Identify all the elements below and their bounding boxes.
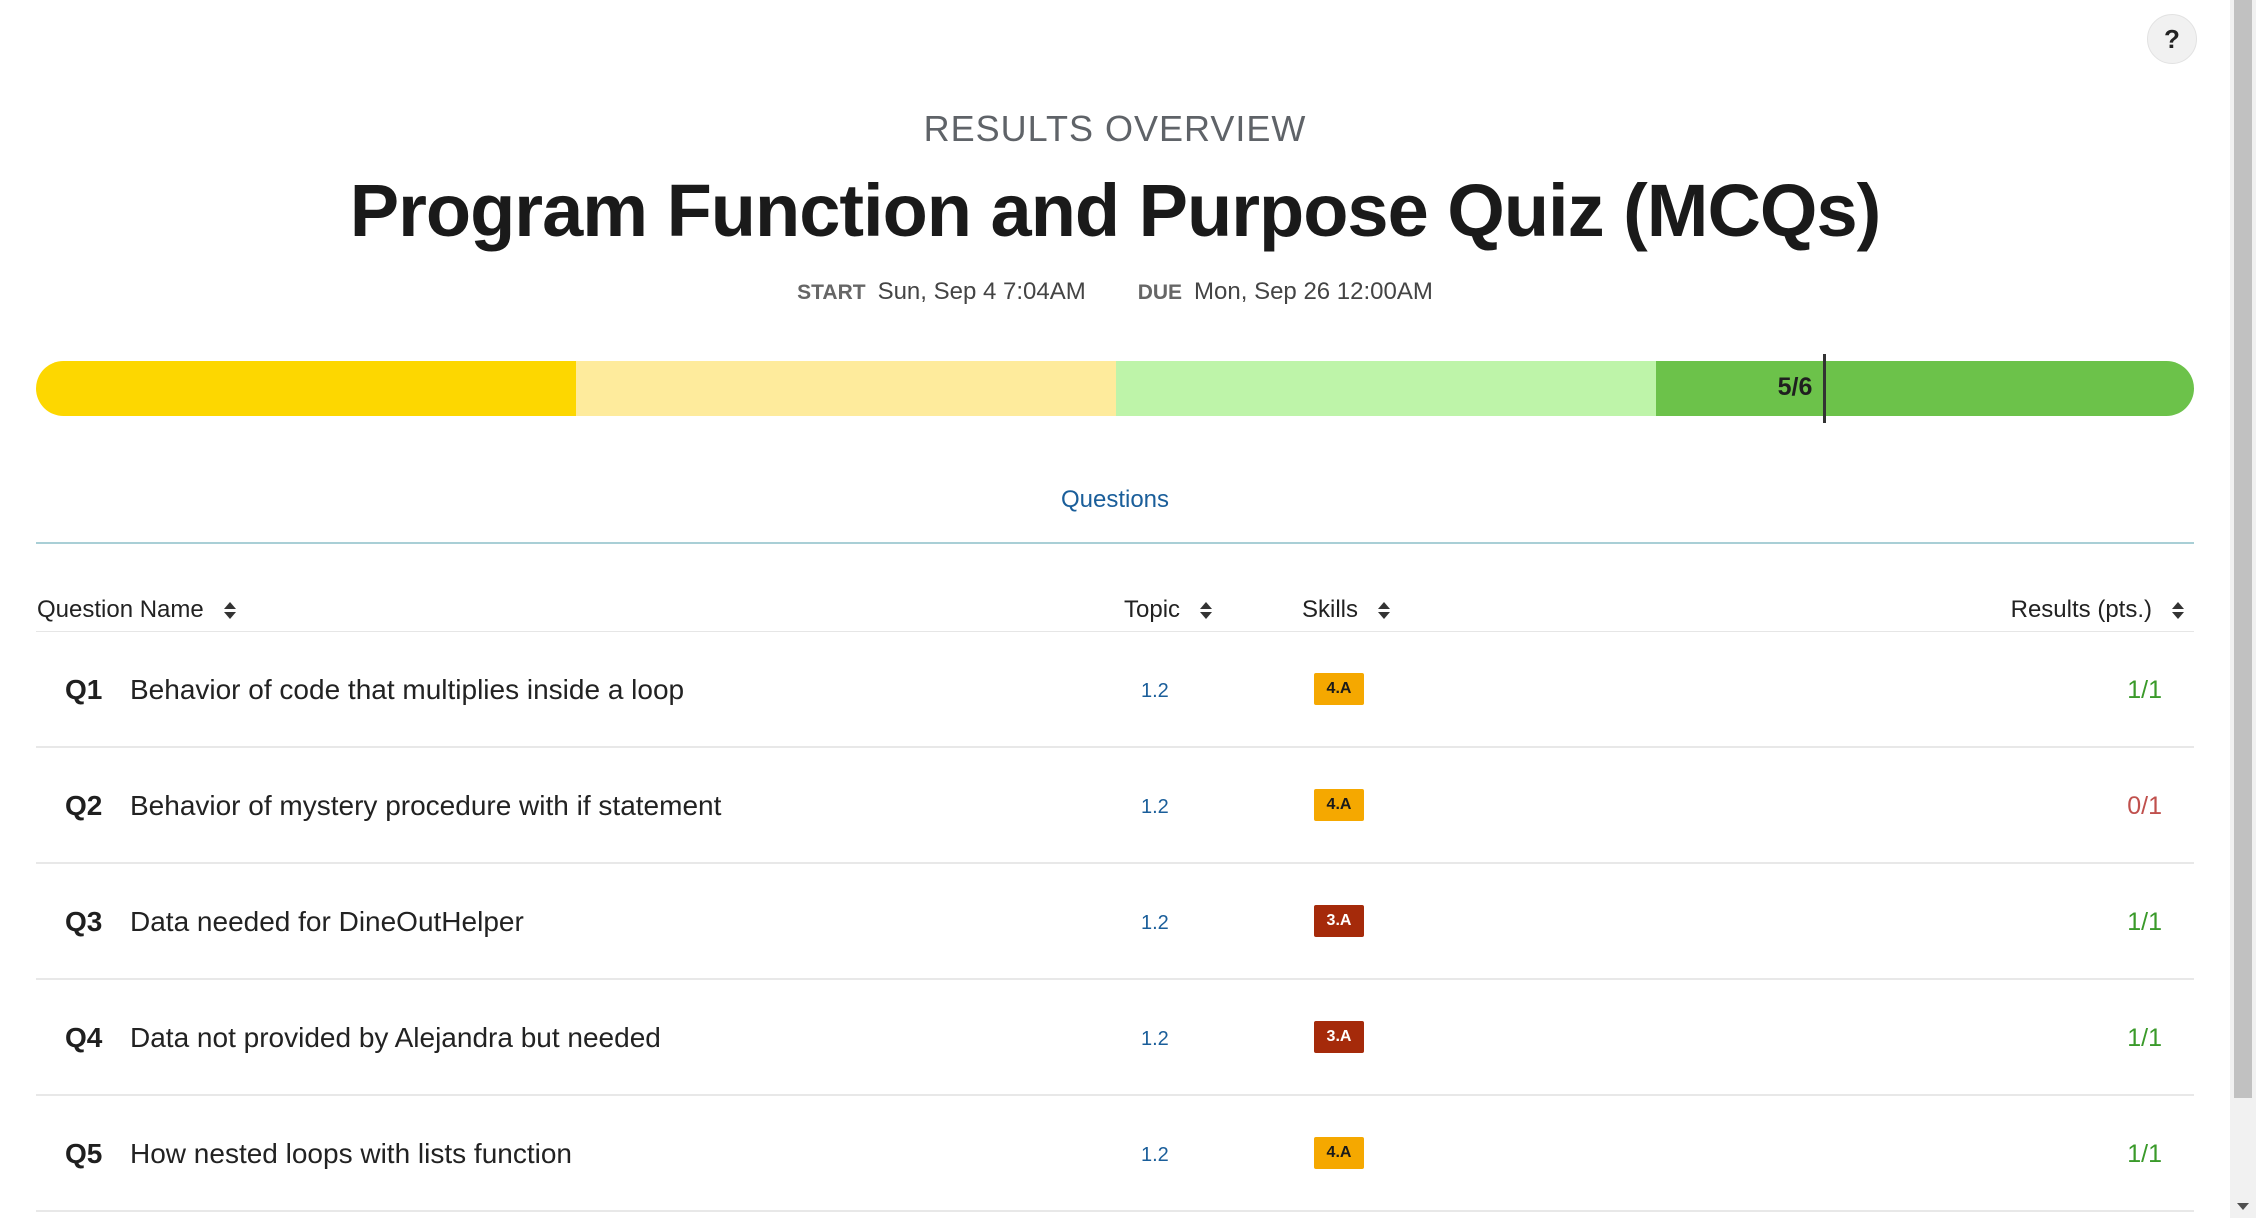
skill-badge: 4.A: [1314, 789, 1364, 821]
page-subtitle: RESULTS OVERVIEW: [923, 108, 1307, 149]
header-skills: Skills: [1302, 596, 1359, 623]
sort-icon: [1200, 601, 1213, 619]
page: ? RESULTS OVERVIEW Program Function and …: [0, 0, 2256, 1218]
topic-link[interactable]: 1.2: [1141, 680, 1169, 703]
topic-link[interactable]: 1.2: [1141, 1028, 1169, 1051]
header-results: Results (pts.): [2010, 596, 2152, 623]
score-marker: [1823, 354, 1826, 423]
sort-icon: [223, 601, 236, 619]
due-date: Mon, Sep 26 12:00AM: [1194, 278, 1433, 305]
start-label: START: [797, 281, 866, 304]
table-row[interactable]: Q5 How nested loops with lists function …: [36, 1096, 2194, 1212]
topic-link[interactable]: 1.2: [1141, 1144, 1169, 1167]
questions-table: Question Name Topic Skills Results (pts.…: [36, 580, 2194, 1212]
skill-badge: 3.A: [1314, 905, 1364, 937]
sort-topic[interactable]: Topic: [1124, 596, 1213, 624]
progress-segment-2: [576, 361, 1116, 416]
tab-divider: [36, 542, 2194, 544]
question-name[interactable]: Behavior of mystery procedure with if st…: [130, 790, 721, 822]
scrollbar-thumb[interactable]: [2234, 0, 2252, 1098]
question-number: Q2: [65, 790, 103, 821]
help-button[interactable]: ?: [2147, 14, 2197, 64]
result-score: 1/1: [2127, 1140, 2162, 1168]
question-number: Q4: [65, 1022, 103, 1053]
table-row[interactable]: Q1 Behavior of code that multiplies insi…: [36, 632, 2194, 748]
question-name[interactable]: Data not provided by Alejandra but neede…: [130, 1022, 661, 1054]
progress-segment-3: [1116, 361, 1656, 416]
score-progress-bar: [36, 361, 2194, 416]
scroll-down-arrow-icon[interactable]: [2230, 1194, 2256, 1218]
result-score: 1/1: [2127, 676, 2162, 704]
progress-segment-4: [1656, 361, 2194, 416]
skill-badge: 4.A: [1314, 1137, 1364, 1169]
vertical-scrollbar[interactable]: [2230, 0, 2256, 1218]
question-name[interactable]: Data needed for DineOutHelper: [130, 906, 524, 938]
start-date: Sun, Sep 4 7:04AM: [877, 278, 1086, 305]
skill-badge: 4.A: [1314, 673, 1364, 705]
question-name[interactable]: Behavior of code that multiplies inside …: [130, 674, 684, 706]
header-topic: Topic: [1124, 596, 1181, 623]
date-range: START Sun, Sep 4 7:04AM DUE Mon, Sep 26 …: [0, 278, 2230, 306]
sort-question-name[interactable]: Question Name: [37, 596, 236, 624]
question-number: Q5: [65, 1138, 103, 1169]
result-score: 0/1: [2127, 792, 2162, 820]
due-label: DUE: [1137, 281, 1183, 304]
tab-questions[interactable]: Questions: [0, 486, 2230, 514]
table-row[interactable]: Q2 Behavior of mystery procedure with if…: [36, 748, 2194, 864]
sort-icon: [2172, 601, 2184, 619]
table-row[interactable]: Q4 Data not provided by Alejandra but ne…: [36, 980, 2194, 1096]
table-row[interactable]: Q3 Data needed for DineOutHelper 1.2 3.A…: [36, 864, 2194, 980]
question-number: Q1: [65, 674, 103, 705]
result-score: 1/1: [2127, 908, 2162, 936]
sort-skills[interactable]: Skills: [1302, 596, 1391, 624]
sort-icon: [1378, 601, 1391, 619]
quiz-title: Program Function and Purpose Quiz (MCQs): [349, 169, 1882, 252]
table-header: Question Name Topic Skills Results (pts.…: [36, 580, 2194, 632]
topic-link[interactable]: 1.2: [1141, 912, 1169, 935]
question-number: Q3: [65, 906, 103, 937]
skill-badge: 3.A: [1314, 1021, 1364, 1053]
topic-link[interactable]: 1.2: [1141, 796, 1169, 819]
header-question-name: Question Name: [37, 596, 204, 623]
sort-results[interactable]: Results (pts.): [2011, 596, 2184, 624]
question-name[interactable]: How nested loops with lists function: [130, 1138, 572, 1170]
result-score: 1/1: [2127, 1024, 2162, 1052]
progress-segment-1: [36, 361, 576, 416]
